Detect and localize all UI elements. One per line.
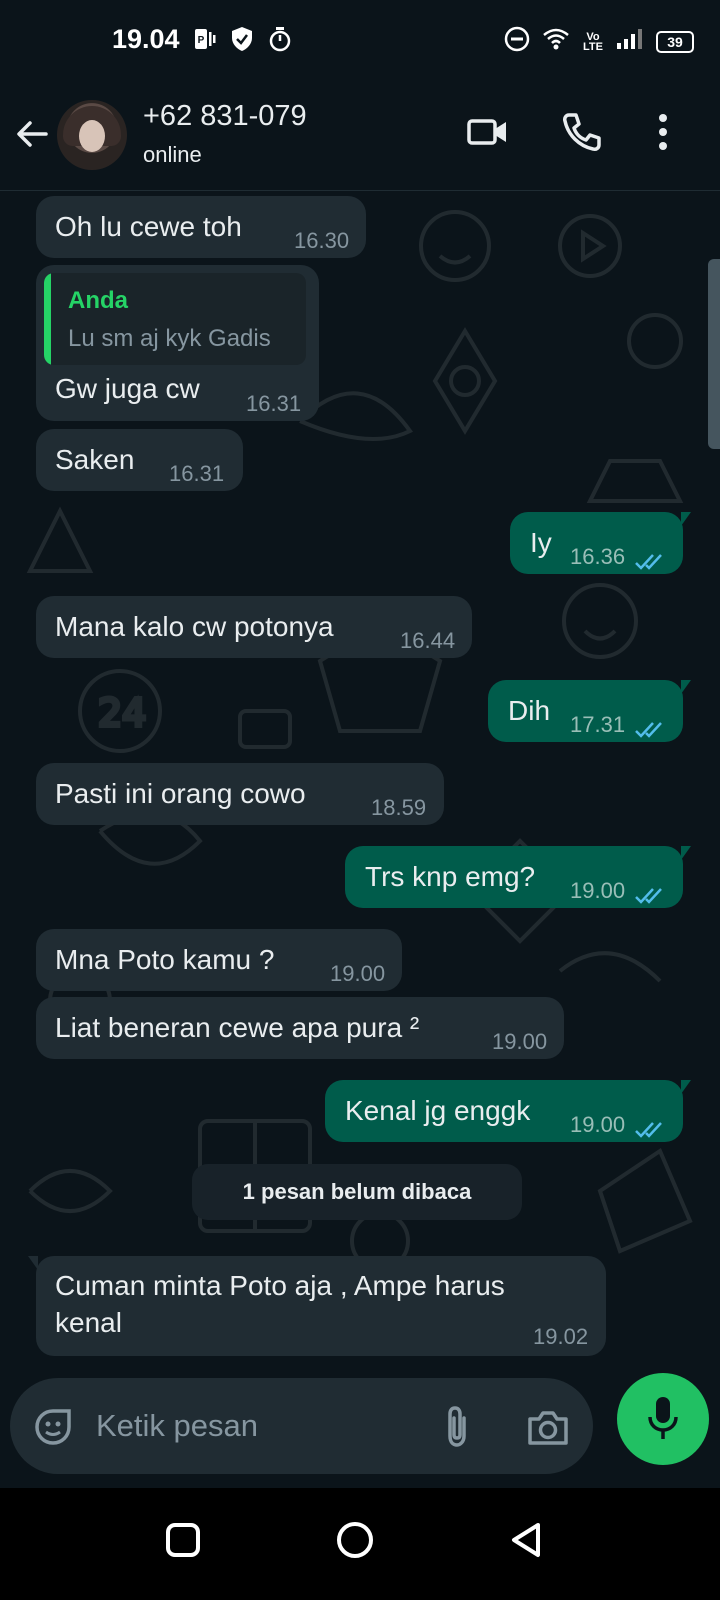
- quote-accent-bar: [44, 273, 51, 365]
- attach-icon[interactable]: [440, 1404, 474, 1455]
- back-arrow-icon[interactable]: [14, 116, 50, 157]
- message-time: 19.02: [533, 1324, 589, 1349]
- message-time: 16.36: [570, 544, 626, 569]
- message-text: Saken: [55, 444, 135, 475]
- bubble-tail: [681, 1080, 691, 1094]
- system-nav-bar: [0, 1488, 720, 1600]
- back-nav-icon[interactable]: [508, 1521, 544, 1564]
- message-incoming[interactable]: Oh lu cewe toh 16.30: [36, 196, 366, 258]
- message-time: 16.31: [246, 391, 302, 416]
- status-bar: 19.04 P Vo LTE 39: [0, 0, 720, 80]
- message-time: 19.00: [570, 878, 626, 903]
- sim-icon: P: [192, 27, 216, 56]
- read-receipt-icon: [634, 714, 668, 746]
- message-text: Iy: [530, 527, 552, 558]
- bubble-tail: [681, 512, 691, 526]
- message-text: Mana kalo cw potonya: [55, 611, 334, 642]
- message-text: Liat beneran cewe apa pura ²: [55, 1012, 420, 1043]
- quoted-message[interactable]: Anda Lu sm aj kyk Gadis: [44, 273, 306, 365]
- unread-divider: 1 pesan belum dibaca: [192, 1164, 522, 1220]
- message-incoming[interactable]: Liat beneran cewe apa pura ² 19.00: [36, 997, 564, 1059]
- message-time: 16.30: [294, 228, 350, 253]
- network-label: Vo LTE: [583, 30, 603, 53]
- message-incoming[interactable]: Pasti ini orang cowo 18.59: [36, 763, 444, 825]
- message-text: Mna Poto kamu ?: [55, 944, 275, 975]
- status-time: 19.04: [112, 24, 180, 54]
- timer-icon: [268, 26, 292, 57]
- message-outgoing[interactable]: Trs knp emg? 19.00: [345, 846, 691, 908]
- message-input[interactable]: Ketik pesan: [10, 1378, 593, 1474]
- camera-icon[interactable]: [526, 1407, 570, 1452]
- sticker-icon[interactable]: [32, 1406, 74, 1453]
- battery-icon: 39: [656, 30, 694, 53]
- read-receipt-icon: [634, 1114, 668, 1146]
- message-incoming[interactable]: Mana kalo cw potonya 16.44: [36, 596, 472, 658]
- chat-header: +62 831-079 online: [0, 80, 720, 191]
- signal-icon: [616, 28, 644, 55]
- message-time: 17.31: [570, 712, 626, 737]
- recents-icon[interactable]: [165, 1522, 201, 1563]
- dnd-icon: [504, 26, 530, 57]
- avatar[interactable]: [57, 100, 127, 170]
- message-incoming-reply[interactable]: Anda Lu sm aj kyk Gadis Gw juga cw 16.31: [36, 265, 319, 421]
- message-time: 19.00: [330, 961, 386, 986]
- volte-indicator: Vo LTE: [582, 30, 604, 53]
- read-receipt-icon: [634, 880, 668, 912]
- quote-author: Anda: [68, 287, 128, 314]
- video-call-icon[interactable]: [466, 110, 510, 159]
- message-text: Pasti ini orang cowo: [55, 778, 306, 809]
- message-text: Gw juga cw: [55, 373, 200, 404]
- svg-text:P: P: [198, 35, 205, 46]
- message-time: 19.00: [492, 1029, 548, 1054]
- contact-status: online: [143, 142, 202, 167]
- message-text: Dih: [508, 695, 551, 726]
- shield-icon: [230, 26, 254, 57]
- composer: Ketik pesan: [0, 1370, 720, 1488]
- message-text-line-1: Cuman minta Poto aja , Ampe harus: [55, 1270, 505, 1301]
- wifi-icon: [542, 27, 570, 56]
- svg-text:24: 24: [98, 691, 146, 735]
- message-text: Kenal jg enggk: [345, 1095, 531, 1126]
- chat-area[interactable]: 24 Oh lu cewe toh 16.30 Anda Lu sm aj ky…: [0, 191, 720, 1406]
- message-outgoing[interactable]: Kenal jg enggk 19.00: [325, 1080, 691, 1142]
- more-options-icon[interactable]: [648, 110, 678, 159]
- message-time: 19.00: [570, 1112, 626, 1137]
- message-text: Trs knp emg?: [365, 861, 536, 892]
- message-outgoing[interactable]: Dih 17.31: [488, 680, 691, 742]
- message-incoming[interactable]: Mna Poto kamu ? 19.00: [36, 929, 402, 991]
- message-outgoing[interactable]: Iy 16.36: [510, 512, 691, 574]
- avatar-face: [79, 120, 105, 152]
- mic-button[interactable]: [617, 1373, 709, 1465]
- mic-icon: [647, 1395, 679, 1448]
- message-placeholder: Ketik pesan: [96, 1408, 258, 1443]
- contact-name[interactable]: +62 831-079: [143, 100, 307, 133]
- message-time: 16.44: [400, 628, 456, 653]
- message-incoming[interactable]: Saken 16.31: [36, 429, 243, 491]
- home-icon[interactable]: [335, 1520, 375, 1565]
- message-time: 18.59: [371, 795, 427, 820]
- bubble-tail: [681, 846, 691, 860]
- message-time: 16.31: [169, 461, 225, 486]
- message-text: Oh lu cewe toh: [55, 211, 242, 242]
- message-incoming[interactable]: Cuman minta Poto aja , Ampe harus kenal …: [28, 1256, 606, 1356]
- battery-level: 39: [667, 33, 683, 50]
- read-receipt-icon: [634, 546, 668, 578]
- bubble-tail: [28, 1256, 38, 1270]
- quote-text: Lu sm aj kyk Gadis: [68, 325, 271, 352]
- voice-call-icon[interactable]: [560, 110, 604, 159]
- message-text-line-2: kenal: [55, 1307, 122, 1338]
- scrollbar-thumb[interactable]: [708, 259, 720, 449]
- bubble-tail: [681, 680, 691, 694]
